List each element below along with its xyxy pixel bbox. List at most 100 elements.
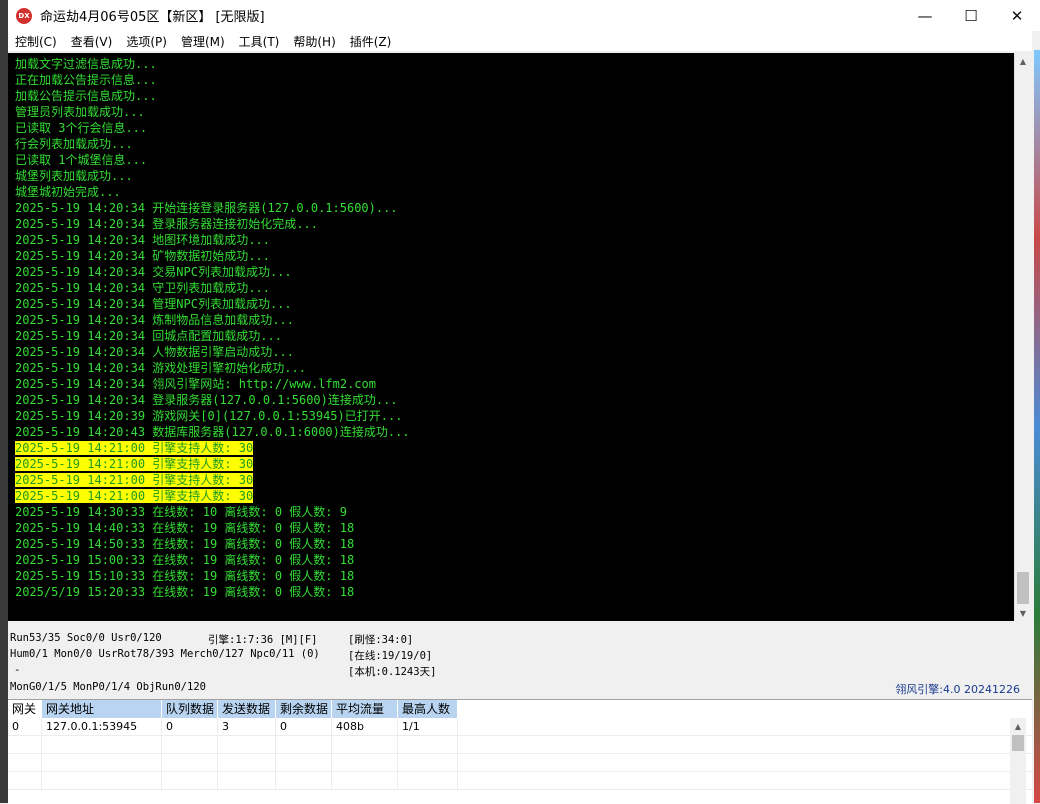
desktop-edge-right bbox=[1034, 50, 1040, 803]
log-line: 加载公告提示信息成功... bbox=[15, 88, 1014, 104]
table-row-empty bbox=[8, 736, 1032, 754]
log-line: 正在加载公告提示信息... bbox=[15, 72, 1014, 88]
log-line: 2025-5-19 14:21:00 引擎支持人数: 30 bbox=[15, 456, 1014, 472]
log-line: 2025-5-19 14:20:34 地图环境加载成功... bbox=[15, 232, 1014, 248]
status-engine: 引擎:1:7:36 [M][F] bbox=[208, 634, 318, 646]
log-line-text: 2025/5/19 15:20:33 在线数: 19 离线数: 0 假人数: 1… bbox=[15, 585, 355, 599]
cell-send: 3 bbox=[218, 718, 276, 735]
log-line: 2025/5/19 15:20:33 在线数: 19 离线数: 0 假人数: 1… bbox=[15, 584, 1014, 600]
log-line: 2025-5-19 14:20:34 开始连接登录服务器(127.0.0.1:5… bbox=[15, 200, 1014, 216]
cell-max-users: 1/1 bbox=[398, 718, 458, 735]
log-line: 2025-5-19 14:40:33 在线数: 19 离线数: 0 假人数: 1… bbox=[15, 520, 1014, 536]
log-line-text: 2025-5-19 14:20:34 翎风引擎网站: http://www.lf… bbox=[15, 377, 376, 391]
log-line: 行会列表加载成功... bbox=[15, 136, 1014, 152]
table-row[interactable]: 0 127.0.0.1:53945 0 3 0 408b 1/1 bbox=[8, 718, 1032, 736]
log-line-text: 城堡列表加载成功... bbox=[15, 169, 133, 183]
log-line-text: 2025-5-19 14:20:34 管理NPC列表加载成功... bbox=[15, 297, 292, 311]
log-line: 管理员列表加载成功... bbox=[15, 104, 1014, 120]
log-line: 城堡城初始完成... bbox=[15, 184, 1014, 200]
log-line: 2025-5-19 14:21:00 引擎支持人数: 30 bbox=[15, 488, 1014, 504]
desktop-edge bbox=[0, 0, 8, 803]
col-send-data[interactable]: 发送数据 bbox=[218, 700, 276, 718]
maximize-button[interactable]: ☐ bbox=[948, 0, 994, 31]
engine-version: 翎风引擎:4.0 20241226 bbox=[895, 683, 1020, 696]
server-window: DX 命运劫4月06号05区【新区】 [无限版] — ☐ ✕ 控制(C) 查看(… bbox=[0, 0, 1040, 804]
log-line-text: 2025-5-19 14:40:33 在线数: 19 离线数: 0 假人数: 1… bbox=[15, 521, 355, 535]
log-line: 2025-5-19 14:20:34 矿物数据初始成功... bbox=[15, 248, 1014, 264]
cell-gateway: 0 bbox=[8, 718, 42, 735]
log-line-text: 2025-5-19 14:20:43 数据库服务器(127.0.0.1:6000… bbox=[15, 425, 410, 439]
log-line-text: 管理员列表加载成功... bbox=[15, 105, 145, 119]
grid-scroll-up-icon[interactable]: ▲ bbox=[1010, 718, 1026, 734]
log-line-text: 行会列表加载成功... bbox=[15, 137, 133, 151]
grid-scrollbar[interactable]: ▲ bbox=[1010, 718, 1026, 804]
log-line-text: 2025-5-19 14:20:34 开始连接登录服务器(127.0.0.1:5… bbox=[15, 201, 398, 215]
log-line-text: 2025-5-19 14:21:00 引擎支持人数: 30 bbox=[15, 457, 254, 471]
log-line-text: 2025-5-19 14:30:33 在线数: 10 离线数: 0 假人数: 9 bbox=[15, 505, 347, 519]
log-line-text: 城堡城初始完成... bbox=[15, 185, 121, 199]
menu-help[interactable]: 帮助(H) bbox=[286, 33, 342, 50]
log-line: 2025-5-19 14:20:34 炼制物品信息加载成功... bbox=[15, 312, 1014, 328]
menu-tools[interactable]: 工具(T) bbox=[232, 33, 287, 50]
grid-header: 网关 网关地址 队列数据 发送数据 剩余数据 平均流量 最高人数 bbox=[8, 700, 1032, 718]
col-max-users[interactable]: 最高人数 bbox=[398, 700, 458, 718]
log-line: 2025-5-19 15:00:33 在线数: 19 离线数: 0 假人数: 1… bbox=[15, 552, 1014, 568]
log-line: 2025-5-19 14:20:39 游戏网关[0](127.0.0.1:539… bbox=[15, 408, 1014, 424]
log-scrollbar[interactable]: ▲ ▼ bbox=[1014, 53, 1031, 621]
log-line: 加载文字过滤信息成功... bbox=[15, 56, 1014, 72]
log-line-text: 2025-5-19 14:20:34 回城点配置加载成功... bbox=[15, 329, 282, 343]
log-line-text: 2025-5-19 14:50:33 在线数: 19 离线数: 0 假人数: 1… bbox=[15, 537, 355, 551]
log-line-text: 2025-5-19 14:21:00 引擎支持人数: 30 bbox=[15, 489, 254, 503]
log-line: 2025-5-19 14:20:34 游戏处理引擎初始化成功... bbox=[15, 360, 1014, 376]
menu-control[interactable]: 控制(C) bbox=[8, 33, 64, 50]
log-line-text: 2025-5-19 14:20:34 守卫列表加载成功... bbox=[15, 281, 270, 295]
log-line: 城堡列表加载成功... bbox=[15, 168, 1014, 184]
cell-remaining: 0 bbox=[276, 718, 332, 735]
log-line: 2025-5-19 14:21:00 引擎支持人数: 30 bbox=[15, 440, 1014, 456]
log-line-text: 2025-5-19 14:20:34 人物数据引擎启动成功... bbox=[15, 345, 294, 359]
menu-plugins[interactable]: 插件(Z) bbox=[343, 33, 399, 50]
cell-queue: 0 bbox=[162, 718, 218, 735]
table-row-empty bbox=[8, 754, 1032, 772]
status-hum: Hum0/1 Mon0/0 UsrRot78/393 Merch0/127 Np… bbox=[10, 648, 320, 660]
log-line: 2025-5-19 15:10:33 在线数: 19 离线数: 0 假人数: 1… bbox=[15, 568, 1014, 584]
col-queue-data[interactable]: 队列数据 bbox=[162, 700, 218, 718]
gateway-grid: 网关 网关地址 队列数据 发送数据 剩余数据 平均流量 最高人数 0 127.0… bbox=[8, 699, 1032, 804]
log-line: 2025-5-19 14:20:34 翎风引擎网站: http://www.lf… bbox=[15, 376, 1014, 392]
menu-options[interactable]: 选项(P) bbox=[119, 33, 174, 50]
log-line-text: 正在加载公告提示信息... bbox=[15, 73, 157, 87]
col-avg-traffic[interactable]: 平均流量 bbox=[332, 700, 398, 718]
log-line-text: 2025-5-19 14:20:34 炼制物品信息加载成功... bbox=[15, 313, 294, 327]
log-lines: 加载文字过滤信息成功... 正在加载公告提示信息... 加载公告提示信息成功... 管… bbox=[8, 53, 1014, 600]
log-line: 2025-5-19 14:20:34 管理NPC列表加载成功... bbox=[15, 296, 1014, 312]
log-line: 2025-5-19 14:20:34 守卫列表加载成功... bbox=[15, 280, 1014, 296]
log-line-text: 2025-5-19 15:00:33 在线数: 19 离线数: 0 假人数: 1… bbox=[15, 553, 355, 567]
grid-scroll-thumb[interactable] bbox=[1012, 735, 1024, 751]
app-icon: DX bbox=[16, 7, 32, 24]
log-line: 已读取 3个行会信息... bbox=[15, 120, 1014, 136]
menu-view[interactable]: 查看(V) bbox=[64, 33, 120, 50]
log-line: 2025-5-19 14:50:33 在线数: 19 离线数: 0 假人数: 1… bbox=[15, 536, 1014, 552]
menu-bar: 控制(C) 查看(V) 选项(P) 管理(M) 工具(T) 帮助(H) 插件(Z… bbox=[8, 31, 1032, 51]
log-line-text: 2025-5-19 14:20:34 登录服务器连接初始化完成... bbox=[15, 217, 318, 231]
log-line: 2025-5-19 14:20:34 登录服务器连接初始化完成... bbox=[15, 216, 1014, 232]
scroll-thumb[interactable] bbox=[1017, 572, 1029, 604]
minimize-button[interactable]: — bbox=[902, 0, 948, 31]
scroll-down-icon[interactable]: ▼ bbox=[1015, 605, 1031, 621]
log-line: 2025-5-19 14:20:34 登录服务器(127.0.0.1:5600)… bbox=[15, 392, 1014, 408]
log-line-text: 已读取 1个城堡信息... bbox=[15, 153, 148, 167]
col-gateway-address[interactable]: 网关地址 bbox=[42, 700, 162, 718]
log-line: 已读取 1个城堡信息... bbox=[15, 152, 1014, 168]
close-button[interactable]: ✕ bbox=[994, 0, 1040, 31]
menu-manage[interactable]: 管理(M) bbox=[174, 33, 232, 50]
col-remaining-data[interactable]: 剩余数据 bbox=[276, 700, 332, 718]
log-console[interactable]: 加载文字过滤信息成功... 正在加载公告提示信息... 加载公告提示信息成功... 管… bbox=[8, 53, 1014, 621]
status-monster: [刷怪:34:0] bbox=[348, 634, 414, 646]
scroll-up-icon[interactable]: ▲ bbox=[1015, 53, 1031, 69]
log-line-text: 2025-5-19 14:20:34 交易NPC列表加载成功... bbox=[15, 265, 292, 279]
col-gateway[interactable]: 网关 bbox=[8, 700, 42, 718]
log-line-text: 2025-5-19 14:20:39 游戏网关[0](127.0.0.1:539… bbox=[15, 409, 403, 423]
log-line: 2025-5-19 14:30:33 在线数: 10 离线数: 0 假人数: 9 bbox=[15, 504, 1014, 520]
status-online: [在线:19/19/0] bbox=[348, 650, 433, 662]
window-title: 命运劫4月06号05区【新区】 [无限版] bbox=[40, 10, 265, 25]
